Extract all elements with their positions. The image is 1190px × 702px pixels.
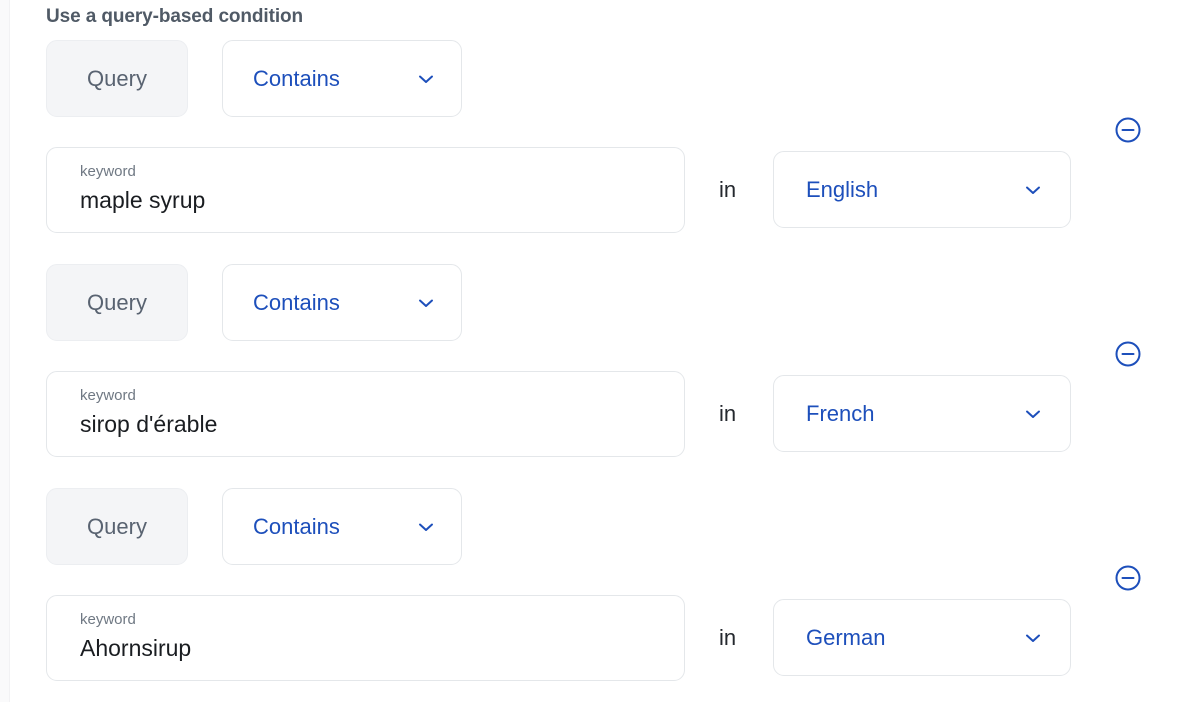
condition-operator-row-1: Query Contains (46, 40, 462, 117)
minus-circle-icon (1113, 339, 1143, 369)
language-select-wrap-1: English (773, 151, 1071, 228)
operator-select-value: Contains (253, 65, 340, 91)
remove-condition-button-2[interactable] (1113, 339, 1143, 369)
remove-condition-button-3[interactable] (1113, 563, 1143, 593)
field-chip-query-2: Query (46, 264, 188, 341)
minus-circle-icon (1113, 115, 1143, 145)
keyword-input-2[interactable]: keyword sirop d'érable (46, 371, 685, 457)
operator-select-1[interactable]: Contains (222, 40, 462, 117)
keyword-input-label: keyword (80, 387, 136, 404)
operator-select-value: Contains (253, 289, 340, 315)
field-chip-query-1: Query (46, 40, 188, 117)
chevron-down-icon (415, 292, 437, 314)
keyword-input-value: sirop d'érable (80, 411, 218, 437)
remove-condition-button-1[interactable] (1113, 115, 1143, 145)
field-chip-query-3: Query (46, 488, 188, 565)
language-select-value: German (806, 624, 886, 650)
condition-operator-row-2: Query Contains (46, 264, 462, 341)
operator-select-2[interactable]: Contains (222, 264, 462, 341)
minus-circle-icon (1113, 563, 1143, 593)
keyword-input-label: keyword (80, 163, 136, 180)
chevron-down-icon (1022, 403, 1044, 425)
operator-select-value: Contains (253, 513, 340, 539)
language-select-2[interactable]: French (773, 375, 1071, 452)
field-chip-label: Query (87, 289, 147, 315)
condition-operator-row-3: Query Contains (46, 488, 462, 565)
language-select-1[interactable]: English (773, 151, 1071, 228)
chevron-down-icon (1022, 179, 1044, 201)
in-label-3: in (719, 625, 737, 650)
chevron-down-icon (415, 516, 437, 538)
keyword-input-label: keyword (80, 611, 136, 628)
in-label-1: in (719, 177, 737, 202)
chevron-down-icon (415, 68, 437, 90)
language-select-3[interactable]: German (773, 599, 1071, 676)
keyword-input-3[interactable]: keyword Ahornsirup (46, 595, 685, 681)
field-chip-label: Query (87, 65, 147, 91)
field-chip-label: Query (87, 513, 147, 539)
language-select-value: French (806, 400, 875, 426)
keyword-input-value: maple syrup (80, 187, 206, 213)
in-label-2: in (719, 401, 737, 426)
keyword-input-value: Ahornsirup (80, 635, 192, 661)
language-select-wrap-3: German (773, 599, 1071, 676)
keyword-input-1[interactable]: keyword maple syrup (46, 147, 685, 233)
operator-select-3[interactable]: Contains (222, 488, 462, 565)
chevron-down-icon (1022, 627, 1044, 649)
page-title: Use a query-based condition (46, 6, 304, 27)
query-condition-panel: Use a query-based condition Query Contai… (0, 0, 1190, 702)
language-select-wrap-2: French (773, 375, 1071, 452)
language-select-value: English (806, 176, 879, 202)
